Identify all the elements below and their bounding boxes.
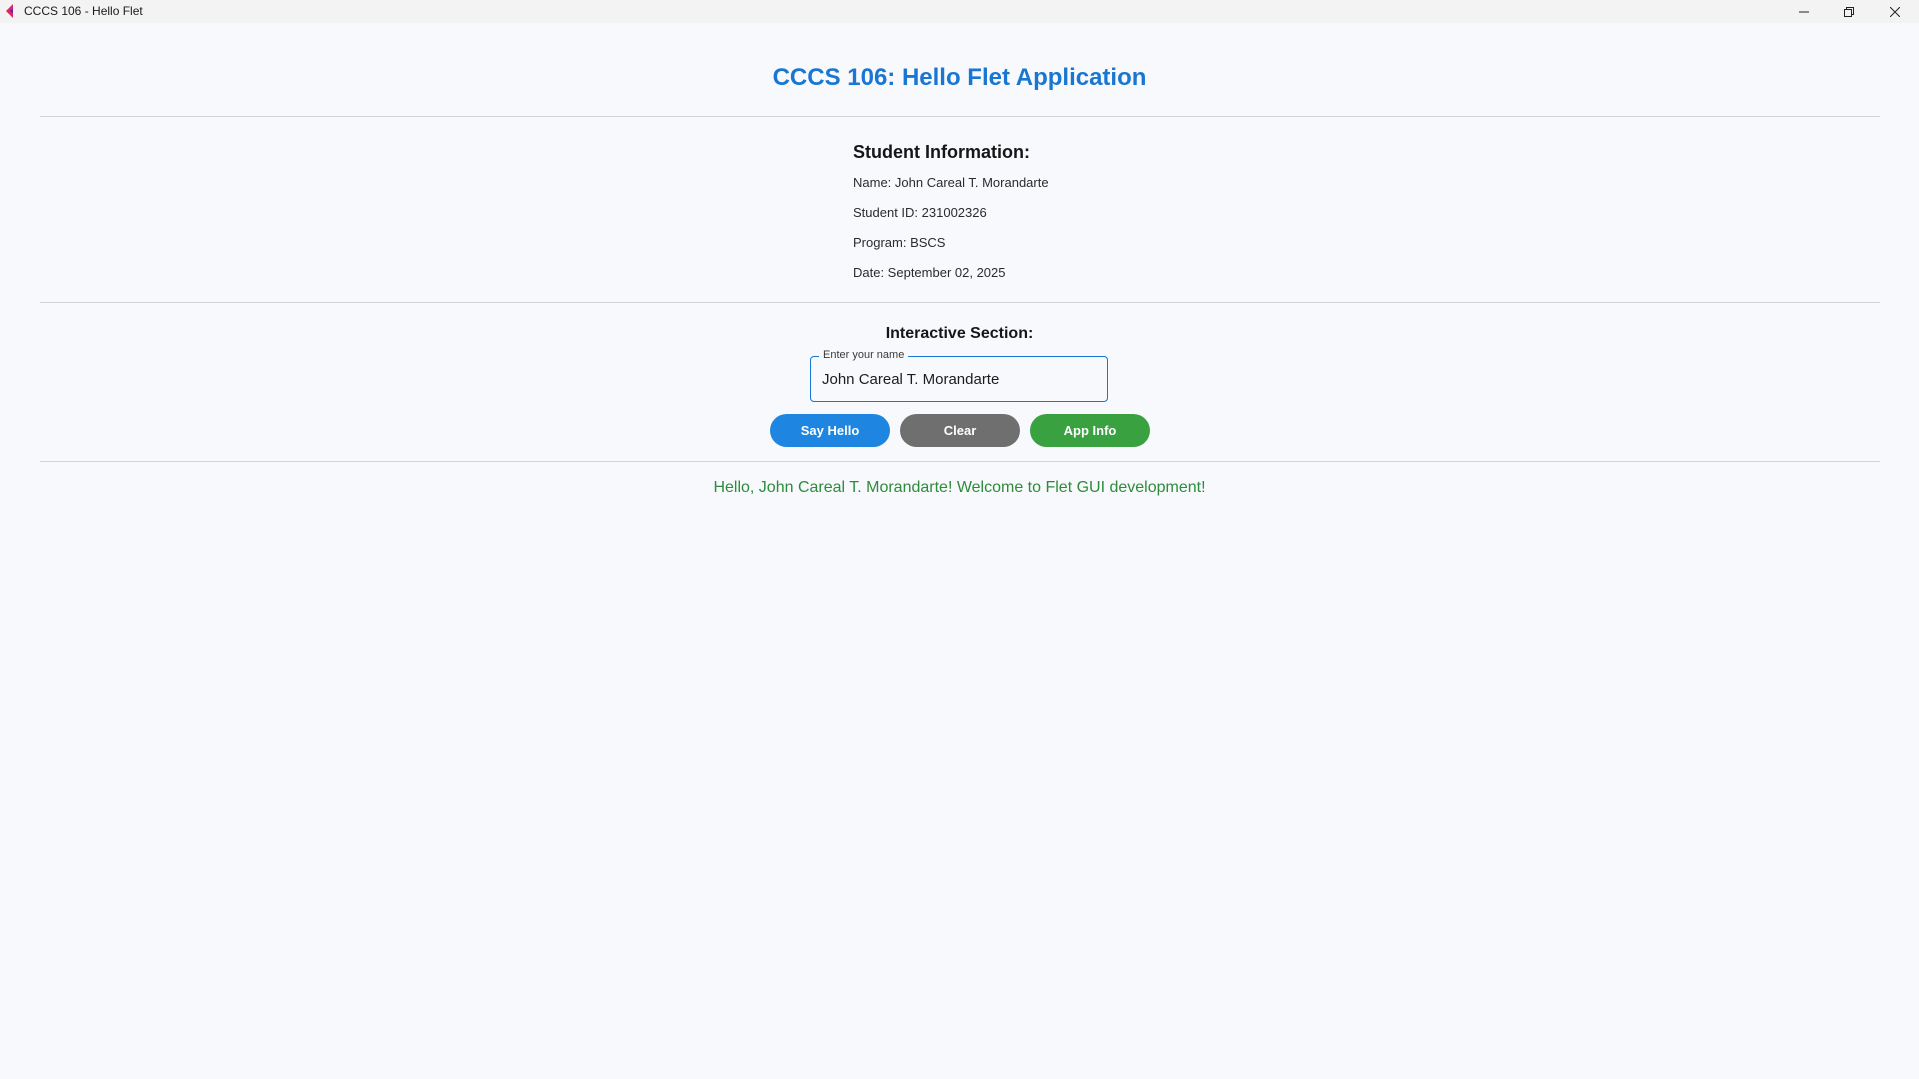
flet-app-icon [4, 4, 16, 18]
student-name: Name: John Careal T. Morandarte [853, 175, 1049, 190]
minimize-icon [1799, 7, 1809, 17]
student-program: Program: BSCS [853, 235, 946, 250]
student-info-heading: Student Information: [853, 142, 1030, 162]
name-input[interactable] [822, 357, 1092, 401]
divider [40, 302, 1880, 303]
restore-button[interactable] [1826, 0, 1872, 23]
restore-icon [1844, 6, 1854, 17]
student-date: Date: September 02, 2025 [853, 265, 1006, 280]
title-bar: CCCS 106 - Hello Flet [0, 0, 1919, 23]
window-title: CCCS 106 - Hello Flet [24, 4, 143, 18]
name-field: Enter your name [810, 349, 1108, 402]
divider [40, 461, 1880, 462]
minimize-button[interactable] [1781, 0, 1827, 23]
page-title: CCCS 106: Hello Flet Application [772, 64, 1147, 91]
close-button[interactable] [1872, 0, 1918, 23]
close-icon [1890, 6, 1900, 17]
student-id: Student ID: 231002326 [853, 205, 987, 220]
greeting-message: Hello, John Careal T. Morandarte! Welcom… [713, 479, 1206, 496]
app-info-button[interactable]: App Info [1030, 414, 1150, 447]
interactive-section-heading: Interactive Section: [885, 325, 1034, 342]
student-info-section: Student Information: Name: John Careal T… [853, 140, 1253, 288]
clear-button[interactable]: Clear [900, 414, 1020, 447]
divider [40, 116, 1880, 117]
say-hello-button[interactable]: Say Hello [770, 414, 890, 447]
